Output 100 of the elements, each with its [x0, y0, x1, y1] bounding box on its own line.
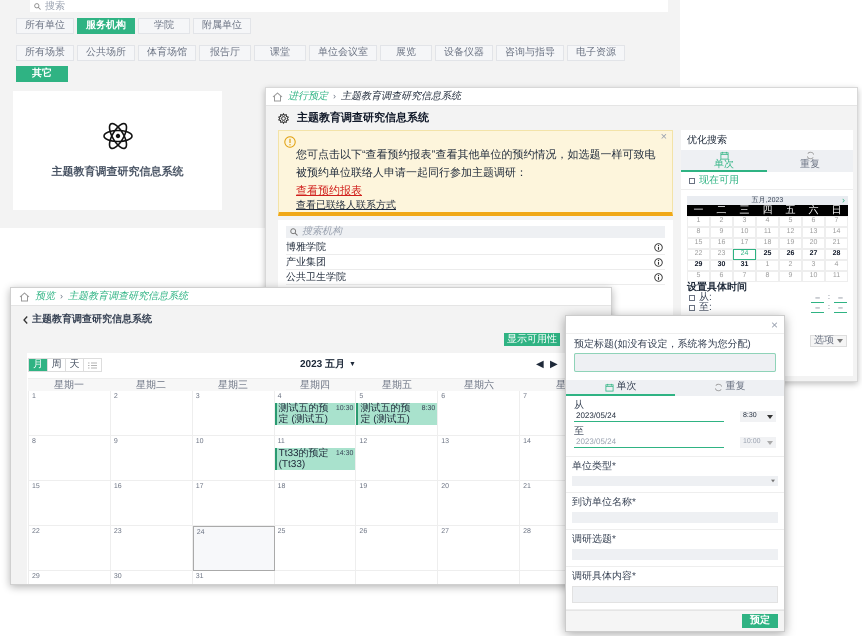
home-icon[interactable]: [19, 292, 30, 302]
filter-tab[interactable]: 所有单位: [16, 18, 74, 34]
gear-icon: [278, 112, 289, 124]
field-label: 从: [574, 400, 584, 412]
warning-icon: [284, 136, 296, 148]
view-toggle[interactable]: 月: [29, 359, 47, 371]
atom-icon: [102, 120, 134, 152]
breadcrumb-separator: ›: [60, 290, 63, 303]
options-dropdown[interactable]: 选项: [810, 335, 847, 347]
weekday-header: 星期五: [381, 379, 413, 392]
search-placeholder: 搜索: [45, 2, 65, 12]
minute-field[interactable]: –: [834, 303, 847, 313]
card-title: 主题教育调查研究信息系统: [52, 164, 184, 180]
unit-name: 公共卫生学院: [286, 270, 346, 284]
caret-icon: [767, 414, 773, 419]
next-button[interactable]: ▶: [550, 359, 558, 371]
home-icon[interactable]: [272, 92, 283, 102]
filter-tab[interactable]: 学院: [138, 18, 190, 34]
refresh-icon: [806, 150, 814, 160]
system-card[interactable]: 主题教育调查研究信息系统: [13, 91, 222, 210]
panel-title: 优化搜索: [686, 134, 728, 148]
section-heading: 设置具体时间: [687, 282, 748, 293]
unit-row[interactable]: 博雅学院: [286, 240, 665, 255]
unit-name: 产业集团: [286, 256, 326, 270]
checkbox[interactable]: [689, 178, 695, 184]
title-input[interactable]: [574, 353, 776, 372]
filter-tab[interactable]: 设备仪器: [435, 45, 493, 61]
checkbox[interactable]: [689, 295, 695, 301]
submit-button[interactable]: 预定: [742, 614, 778, 628]
unit-row[interactable]: 公共卫生学院: [286, 270, 665, 285]
weekday-label: 日: [830, 205, 842, 216]
search-placeholder: 搜索机构: [302, 227, 342, 237]
dropdown-field[interactable]: [572, 476, 778, 486]
weekday-label: 六: [808, 205, 820, 216]
filter-tab[interactable]: 报告厅: [199, 45, 251, 61]
hour-field[interactable]: –: [811, 293, 824, 303]
availability-button[interactable]: 显示可用性: [504, 333, 560, 346]
report-link[interactable]: 查看预约报表: [296, 185, 362, 198]
caret-icon: [767, 440, 773, 445]
caret-icon: [837, 339, 843, 343]
weekday-header: 星期六: [463, 379, 495, 392]
filter-tab[interactable]: 服务机构: [77, 18, 135, 34]
weekday-header: 星期四: [299, 379, 331, 392]
filter-tab[interactable]: 电子资源: [567, 45, 625, 61]
checkbox-label: 从:: [699, 293, 712, 303]
page-title: 主题教育调查研究信息系统: [297, 110, 429, 126]
field-label: 调研具体内容*: [572, 571, 636, 584]
date-field[interactable]: 2023/05/24: [574, 411, 724, 422]
refresh-icon: [714, 382, 722, 392]
contact-link[interactable]: 查看已联络人联系方式: [296, 201, 396, 211]
filter-tab[interactable]: 其它: [16, 66, 68, 82]
breadcrumb-link[interactable]: 进行预定: [288, 89, 328, 104]
unit-row[interactable]: 产业集团: [286, 255, 665, 270]
back-icon: [23, 316, 28, 324]
close-button[interactable]: ×: [770, 318, 778, 331]
filter-tab[interactable]: 体育场馆: [138, 45, 196, 61]
weekday-label: 四: [762, 205, 774, 216]
info-icon[interactable]: [654, 258, 663, 266]
checkbox-label: 至:: [699, 303, 712, 313]
weekday-header: 星期三: [217, 379, 249, 392]
hour-field[interactable]: –: [811, 303, 824, 313]
breadcrumb-link[interactable]: 主题教育调查研究信息系统: [68, 289, 188, 304]
minute-field[interactable]: –: [834, 293, 847, 303]
calendar-icon: [720, 150, 728, 160]
unit-name: 博雅学院: [286, 240, 326, 254]
search-icon: [290, 228, 298, 236]
weekday-label: 三: [738, 205, 750, 216]
mode-tab[interactable]: 重复: [767, 150, 853, 172]
search-field[interactable]: 搜索: [30, 0, 668, 12]
filter-tab[interactable]: 咨询与指导: [496, 45, 564, 61]
mode-tab[interactable]: 单次: [681, 150, 767, 172]
filter-tab[interactable]: 附属单位: [193, 18, 251, 34]
breadcrumb-separator: ›: [333, 90, 336, 103]
calendar-icon: [604, 382, 614, 392]
info-icon[interactable]: [654, 272, 663, 282]
info-icon[interactable]: [654, 242, 663, 252]
back-link[interactable]: 主题教育调查研究信息系统: [23, 314, 152, 326]
checkbox[interactable]: [689, 305, 695, 311]
filter-tab[interactable]: 单位会议室: [309, 45, 377, 61]
search-icon: [34, 3, 41, 10]
close-button[interactable]: ×: [660, 132, 667, 143]
previous-button[interactable]: ◀: [536, 359, 544, 371]
alert-message: 您可点击以下“查看预约报表”查看其他单位的预约情况，如选题一样可致电被预约单位联络人申请一起同行参加主题调研：: [296, 148, 656, 181]
breadcrumb-link[interactable]: 预览: [35, 289, 55, 304]
field-label: 预定标题(如没有设定，系统将为您分配): [574, 339, 752, 352]
weekday-label: 二: [716, 205, 728, 216]
mode-tab[interactable]: 单次: [566, 380, 675, 396]
weekday-label: 五: [784, 205, 796, 216]
caret-icon: [771, 479, 775, 484]
breadcrumb-current: 主题教育调查研究信息系统: [341, 90, 461, 104]
weekday-header: 星: [555, 379, 567, 392]
weekday-header: 星期二: [135, 379, 167, 392]
filter-tab[interactable]: 展览: [380, 45, 432, 61]
search-field[interactable]: 搜索机构: [286, 226, 665, 238]
list-icon: [88, 362, 97, 368]
filter-tab[interactable]: 课堂: [254, 45, 306, 61]
field-label: 至: [574, 426, 584, 438]
filter-tab[interactable]: 所有场景: [16, 45, 74, 61]
filter-tab[interactable]: 公共场所: [77, 45, 135, 61]
mode-tab[interactable]: 重复: [675, 380, 784, 396]
